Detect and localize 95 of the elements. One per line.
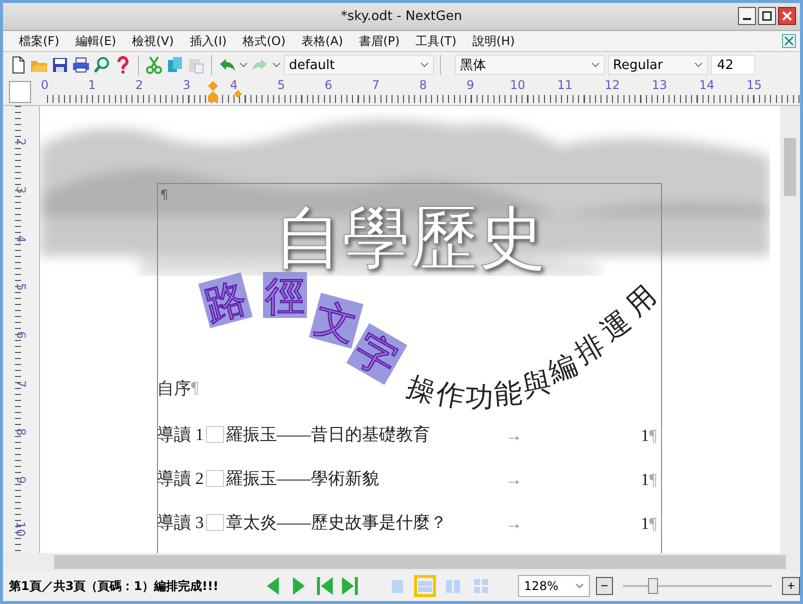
ruler-number: 6 [14,332,28,340]
close-document-icon[interactable] [782,34,796,48]
slider-thumb[interactable] [648,578,658,594]
paragraph-mark: ¶ [160,188,168,203]
horizontal-scrollbar[interactable] [3,553,800,571]
ruler-number: 8 [419,78,427,92]
page-view-button[interactable] [414,575,436,597]
caret-icon [239,62,248,68]
ruler-number: 1 [88,78,96,92]
caret-icon [574,583,584,589]
magnifier-icon[interactable] [93,56,111,74]
ruler-number: 7 [14,380,28,388]
maximize-icon [762,11,772,21]
caret-icon [272,62,281,68]
toc-label: 導讀 3 [157,512,204,534]
ruler-number: 2 [14,138,28,146]
tab-placeholder [206,426,224,443]
ruler-number: 7 [372,78,380,92]
ruler-number: 4 [230,78,238,92]
toc-label: 導讀 1 [157,424,204,446]
ruler-number: 13 [652,78,668,92]
font-size-field[interactable]: 42 [711,55,755,75]
ruler-number: 14 [699,78,714,92]
paragraph-mark: ¶ [191,378,199,398]
menu-item[interactable]: 檔案(F) [11,32,68,50]
tab-arrow: → [505,426,524,446]
paragraph-mark: ¶ [649,470,657,490]
ruler-number: 3 [14,186,28,194]
tab-arrow: → [505,514,524,534]
menu-item[interactable]: 書眉(P) [351,32,408,50]
ruler-number: 3 [182,78,190,92]
ruler-number: 10 [510,78,526,92]
first-page-icon[interactable] [314,575,334,597]
menu-item[interactable]: 格式(O) [234,32,294,50]
paragraph-mark: ¶ [649,426,657,446]
status-text: 第1頁／共3頁（頁碼：1）編排完成!!! [9,578,220,594]
close-icon [782,11,792,21]
menu-item[interactable]: 工具(T) [408,32,464,50]
menu-item[interactable]: 表格(A) [294,32,352,50]
tab-stop-selector[interactable] [9,81,31,103]
caret-icon [694,62,703,68]
save-icon[interactable] [51,56,69,74]
printer-icon[interactable] [72,56,90,74]
page-layout-icon [473,578,490,594]
minimize-button[interactable] [738,7,756,25]
font-style-dropdown[interactable]: Regular [608,55,708,75]
paste-icon[interactable] [187,56,205,74]
paragraph-mark: ¶ [649,514,657,534]
last-page-icon[interactable] [340,575,360,597]
toc-title: 章太炎——歷史故事是什麼？ [226,512,448,534]
tab-placeholder [206,514,224,531]
page-layout-icon [389,578,406,594]
toc-label: 導讀 2 [157,468,204,490]
ruler-number: 5 [14,283,28,291]
ruler-number: 9 [466,78,474,92]
scissors-icon[interactable] [145,56,163,74]
zoom-out-button[interactable]: − [596,577,614,595]
toc-page-number: 1 [640,470,650,490]
toc-title: 羅振玉——學術新貌 [226,468,380,490]
maximize-button[interactable] [758,7,776,25]
toc-page-number: 1 [640,426,650,446]
ruler-number: 2 [135,78,144,92]
ruler-number: 12 [604,78,620,92]
caret-icon [420,62,429,68]
minimize-icon [743,18,751,20]
menu-item[interactable]: 編輯(E) [67,32,124,50]
ruler-number: 8 [14,428,28,436]
ruler-number: 15 [746,78,762,92]
close-button[interactable] [778,7,796,25]
caret-icon [591,62,600,68]
copy-icon[interactable] [166,56,184,74]
ruler-number: 10 [14,521,28,536]
menu-item[interactable]: 檢視(V) [124,32,182,50]
heading-text: 自序 [157,378,191,400]
tab-placeholder [206,470,224,487]
toc-page-number: 1 [640,514,650,534]
page-layout-icon [445,578,462,594]
zoom-in-button[interactable]: + [782,577,800,595]
ruler-number: 0 [40,78,48,92]
menu-item[interactable]: 說明(H) [464,32,523,50]
ruler-number: 6 [324,78,332,92]
ruler-number: 11 [557,78,573,92]
ruler-number: 5 [277,78,285,92]
font-dropdown[interactable]: 黑体 [455,55,605,75]
indent-marker-icon[interactable] [207,80,243,102]
menu-item[interactable]: 插入(I) [182,32,235,50]
page-layout-icon [417,578,434,594]
ruler-number: 9 [14,476,28,484]
paragraph-style-dropdown[interactable]: default [284,55,434,75]
ruler-number: 4 [14,235,28,243]
toc-title: 羅振玉——昔日的基礎教育 [226,424,431,446]
window-title: *sky.odt - NextGen [340,9,462,24]
vertical-scrollbar[interactable] [780,106,800,553]
tab-arrow: → [505,470,524,490]
zoom-dropdown[interactable]: 128% [518,575,590,597]
